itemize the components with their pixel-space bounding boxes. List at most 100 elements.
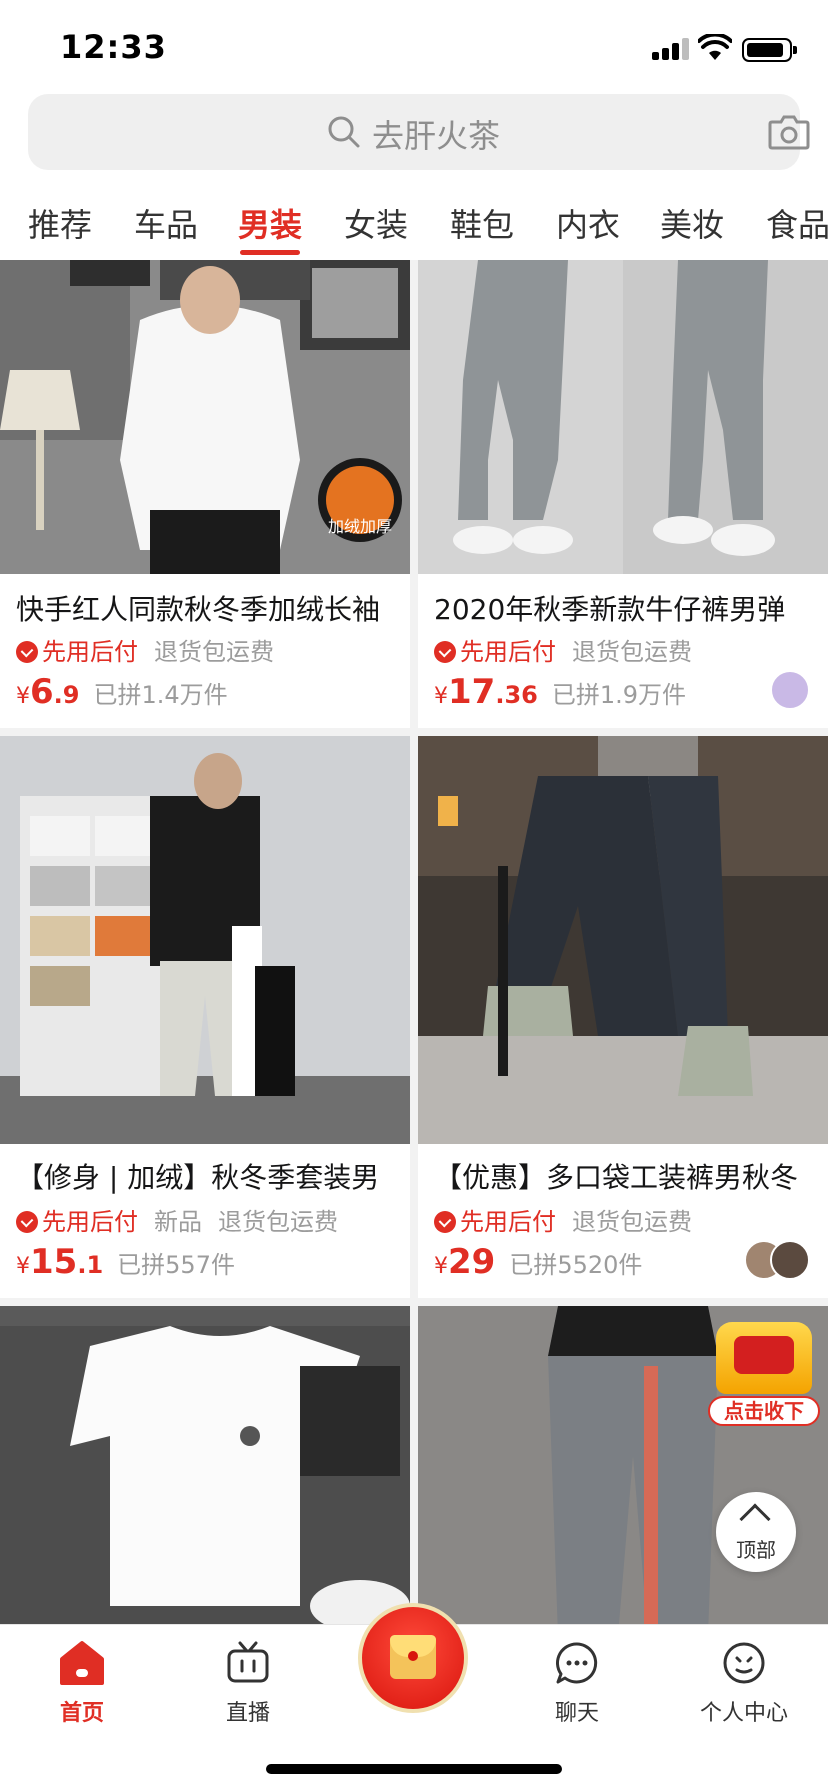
product-tags: 先用后付 退货包运费 — [16, 632, 274, 667]
red-envelope-button[interactable] — [358, 1603, 468, 1713]
tab-label: 男装 — [238, 206, 303, 244]
price-row: ¥6.9 已拼1.4万件 — [16, 672, 228, 712]
product-card[interactable]: 【优惠】多口袋工装裤男秋冬 先用后付 退货包运费 ¥29 已拼5520件 — [418, 736, 828, 1298]
wifi-icon — [698, 34, 732, 60]
product-card[interactable] — [0, 1306, 410, 1624]
back-to-top-label: 顶部 — [736, 1538, 776, 1562]
currency-symbol: ¥ — [434, 684, 448, 709]
avatar — [770, 1240, 810, 1280]
sold-count: 已拼5520件 — [509, 1251, 643, 1279]
product-tag: 退货包运费 — [218, 1208, 338, 1236]
pay-later-icon — [16, 641, 38, 663]
back-to-top-button[interactable]: 顶部 — [716, 1492, 796, 1572]
chat-bubble-icon — [556, 1642, 598, 1684]
category-tabs: 推荐 车品 男装 女装 鞋包 内衣 美妆 食品 — [0, 186, 828, 260]
pay-later-icon — [434, 641, 456, 663]
product-tag: 新品 — [154, 1208, 202, 1236]
price-integer: 6 — [30, 672, 54, 712]
tab-auto[interactable]: 车品 — [134, 200, 198, 246]
sold-count: 已拼1.9万件 — [551, 681, 687, 709]
arrow-up-icon — [739, 1503, 771, 1535]
product-image — [418, 260, 828, 574]
pay-later-icon — [16, 1211, 38, 1233]
price-integer: 17 — [448, 672, 496, 712]
nav-chat[interactable]: 聊天 — [517, 1639, 637, 1727]
price-row: ¥15.1 已拼557件 — [16, 1242, 235, 1282]
product-tag: 退货包运费 — [572, 638, 692, 666]
home-indicator — [266, 1764, 562, 1774]
product-tags: 先用后付 新品 退货包运费 — [16, 1202, 338, 1237]
currency-symbol: ¥ — [434, 1254, 448, 1279]
product-card[interactable]: 加绒加厚 快手红人同款秋冬季加绒长袖 先用后付 退货包运费 ¥6.9 已拼1.4万件 — [0, 260, 410, 728]
sold-count: 已拼557件 — [117, 1251, 235, 1279]
nav-label: 个人中心 — [699, 1701, 788, 1726]
product-tags: 先用后付 退货包运费 — [434, 632, 692, 667]
price-row: ¥29 已拼5520件 — [434, 1242, 642, 1282]
tab-label: 车品 — [134, 206, 199, 244]
sold-count: 已拼1.4万件 — [93, 681, 228, 709]
price-decimal: .1 — [77, 1251, 104, 1279]
tab-label: 食品 — [766, 206, 828, 244]
pay-later-tag: 先用后付 — [460, 638, 556, 666]
treasure-chest-icon — [716, 1322, 812, 1394]
product-image: 加绒加厚 — [0, 260, 410, 574]
tab-food[interactable]: 食品 — [766, 200, 828, 246]
currency-symbol: ¥ — [16, 1254, 30, 1279]
product-title: 【修身 | 加绒】秋冬季套装男 — [16, 1161, 380, 1194]
price-integer: 15 — [30, 1242, 78, 1282]
buyer-avatars — [744, 1240, 814, 1284]
product-title: 2020年秋季新款牛仔裤男弹 — [434, 593, 786, 626]
home-icon — [60, 1641, 104, 1685]
tab-menswear[interactable]: 男装 — [238, 200, 303, 255]
price-row: ¥17.36 已拼1.9万件 — [434, 672, 686, 712]
search-bar[interactable]: 去肝火茶 — [28, 94, 810, 170]
pay-later-tag: 先用后付 — [42, 638, 138, 666]
product-tags: 先用后付 退货包运费 — [434, 1202, 692, 1237]
product-title: 【优惠】多口袋工装裤男秋冬 — [434, 1161, 799, 1194]
tab-label: 美妆 — [660, 206, 725, 244]
price-integer: 29 — [448, 1242, 496, 1282]
buyer-avatars — [770, 670, 814, 714]
battery-icon — [742, 38, 797, 62]
nav-label: 聊天 — [554, 1701, 599, 1726]
product-card[interactable]: 【修身 | 加绒】秋冬季套装男 先用后付 新品 退货包运费 ¥15.1 已拼557件 — [0, 736, 410, 1298]
tab-label: 内衣 — [556, 206, 621, 244]
tab-womenswear[interactable]: 女装 — [344, 200, 408, 246]
status-time: 12:33 — [60, 28, 167, 66]
profile-icon — [723, 1642, 765, 1684]
tab-beauty[interactable]: 美妆 — [660, 200, 724, 246]
camera-icon[interactable] — [768, 112, 810, 152]
pay-later-icon — [434, 1211, 456, 1233]
tab-shoes-bags[interactable]: 鞋包 — [450, 200, 514, 246]
tab-label: 推荐 — [28, 206, 93, 244]
product-title: 快手红人同款秋冬季加绒长袖 — [16, 593, 381, 626]
nav-live[interactable]: 直播 — [188, 1639, 308, 1727]
cellular-signal-icon — [652, 38, 692, 60]
tab-recommend[interactable]: 推荐 — [28, 200, 92, 246]
pay-later-tag: 先用后付 — [42, 1208, 138, 1236]
avatar — [770, 670, 810, 710]
red-packet-float[interactable]: 点击收下 — [708, 1318, 820, 1430]
product-image — [0, 736, 410, 1144]
nav-label: 首页 — [59, 1701, 104, 1726]
tv-icon — [227, 1641, 269, 1683]
red-packet-label: 点击收下 — [708, 1396, 820, 1426]
search-icon — [328, 116, 360, 148]
product-tag: 退货包运费 — [154, 638, 274, 666]
nav-profile[interactable]: 个人中心 — [684, 1639, 804, 1727]
product-image — [418, 736, 828, 1144]
active-tab-indicator — [240, 250, 301, 255]
pay-later-tag: 先用后付 — [460, 1208, 556, 1236]
tab-underwear[interactable]: 内衣 — [556, 200, 620, 246]
nav-home[interactable]: 首页 — [22, 1639, 142, 1727]
tab-label: 鞋包 — [450, 206, 515, 244]
status-bar: 12:33 — [0, 0, 828, 96]
red-envelope-icon — [390, 1635, 436, 1679]
product-image — [0, 1306, 410, 1624]
search-placeholder: 去肝火茶 — [372, 117, 501, 155]
product-card[interactable]: 2020年秋季新款牛仔裤男弹 先用后付 退货包运费 ¥17.36 已拼1.9万件 — [418, 260, 828, 728]
nav-label: 直播 — [225, 1701, 270, 1726]
price-decimal: .36 — [495, 681, 538, 709]
price-decimal: .9 — [53, 681, 80, 709]
currency-symbol: ¥ — [16, 684, 30, 709]
